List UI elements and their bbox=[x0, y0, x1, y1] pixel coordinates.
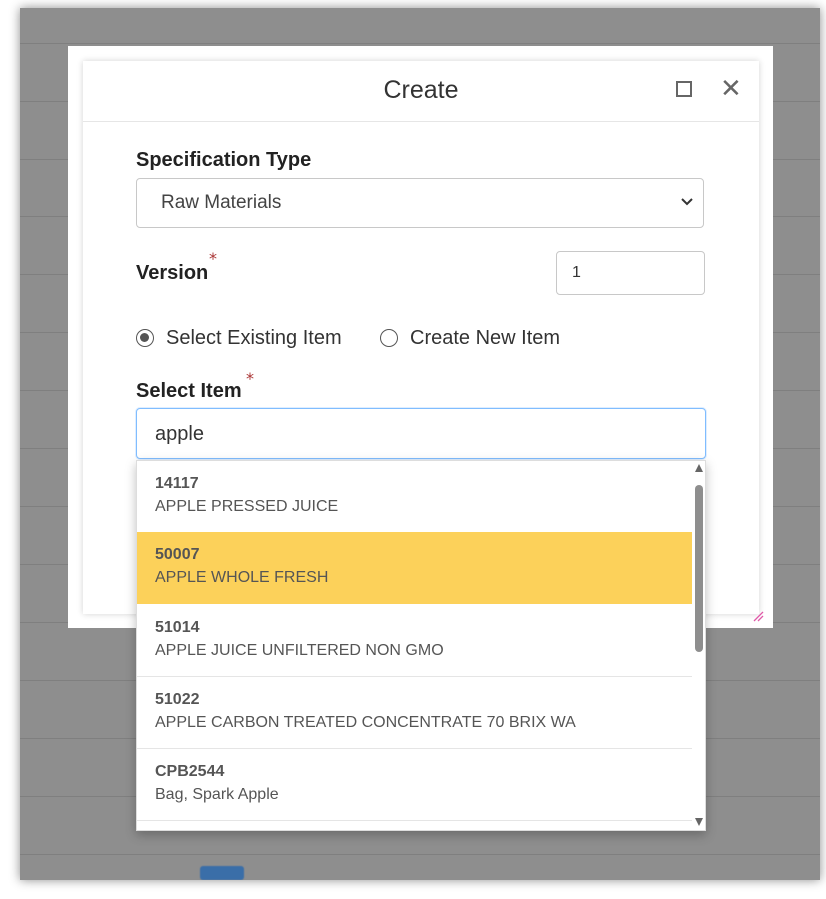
spec-type-value: Raw Materials bbox=[161, 192, 282, 213]
dropdown-scrollbar[interactable] bbox=[692, 461, 705, 830]
dialog-header: Create ✕ bbox=[83, 61, 759, 122]
maximize-icon bbox=[676, 81, 692, 97]
radio-create-new[interactable] bbox=[380, 329, 398, 347]
spec-type-label: Specification Type bbox=[136, 149, 312, 171]
scroll-up-arrow-icon[interactable] bbox=[695, 464, 703, 472]
radio-create-new-label[interactable]: Create New Item bbox=[410, 327, 560, 350]
select-item-label: Select Item bbox=[136, 380, 242, 402]
close-button[interactable]: ✕ bbox=[717, 74, 747, 104]
spec-type-select[interactable]: Raw Materials bbox=[136, 178, 704, 228]
result-code: 51022 bbox=[155, 691, 200, 708]
bg-button bbox=[200, 866, 244, 880]
result-option[interactable]: 51014 APPLE JUICE UNFILTERED NON GMO bbox=[137, 605, 692, 677]
required-asterisk: * bbox=[246, 369, 254, 388]
item-search-input[interactable]: apple bbox=[136, 408, 706, 459]
result-name: APPLE JUICE UNFILTERED NON GMO bbox=[155, 642, 444, 659]
maximize-button[interactable] bbox=[669, 74, 699, 104]
bg-row-divider bbox=[20, 43, 820, 44]
radio-select-existing-label[interactable]: Select Existing Item bbox=[166, 327, 342, 350]
radio-selected-dot bbox=[140, 333, 149, 342]
version-input[interactable]: 1 bbox=[556, 251, 705, 295]
close-icon: ✕ bbox=[720, 74, 742, 104]
item-results-dropdown[interactable]: 14117 APPLE PRESSED JUICE 50007 APPLE WH… bbox=[136, 460, 706, 831]
chevron-down-icon bbox=[681, 198, 693, 206]
resize-grip-icon[interactable] bbox=[752, 610, 764, 622]
bg-row-divider bbox=[20, 854, 820, 855]
dialog-title: Create bbox=[383, 76, 459, 104]
radio-select-existing[interactable] bbox=[136, 329, 154, 347]
result-code: 50007 bbox=[155, 546, 200, 563]
result-name: APPLE CARBON TREATED CONCENTRATE 70 BRIX… bbox=[155, 714, 576, 731]
required-asterisk: * bbox=[209, 249, 217, 268]
result-option-highlighted[interactable]: 50007 APPLE WHOLE FRESH bbox=[137, 532, 692, 604]
result-option[interactable]: CPB2544 Bag, Spark Apple bbox=[137, 749, 692, 821]
result-name: Bag, Spark Apple bbox=[155, 786, 279, 803]
result-option[interactable]: 51022 APPLE CARBON TREATED CONCENTRATE 7… bbox=[137, 677, 692, 749]
result-name: APPLE WHOLE FRESH bbox=[155, 569, 329, 586]
result-code: CPB2544 bbox=[155, 763, 225, 780]
result-option[interactable]: 14117 APPLE PRESSED JUICE bbox=[137, 461, 692, 533]
version-value: 1 bbox=[572, 264, 581, 281]
result-code: 14117 bbox=[155, 475, 199, 492]
scroll-thumb[interactable] bbox=[695, 485, 703, 652]
scroll-down-arrow-icon[interactable] bbox=[695, 818, 703, 826]
result-option-partial[interactable] bbox=[137, 821, 692, 830]
version-label: Version bbox=[136, 262, 209, 284]
result-name: APPLE PRESSED JUICE bbox=[155, 498, 339, 515]
item-search-value: apple bbox=[155, 423, 204, 445]
result-code: 51014 bbox=[155, 619, 200, 636]
